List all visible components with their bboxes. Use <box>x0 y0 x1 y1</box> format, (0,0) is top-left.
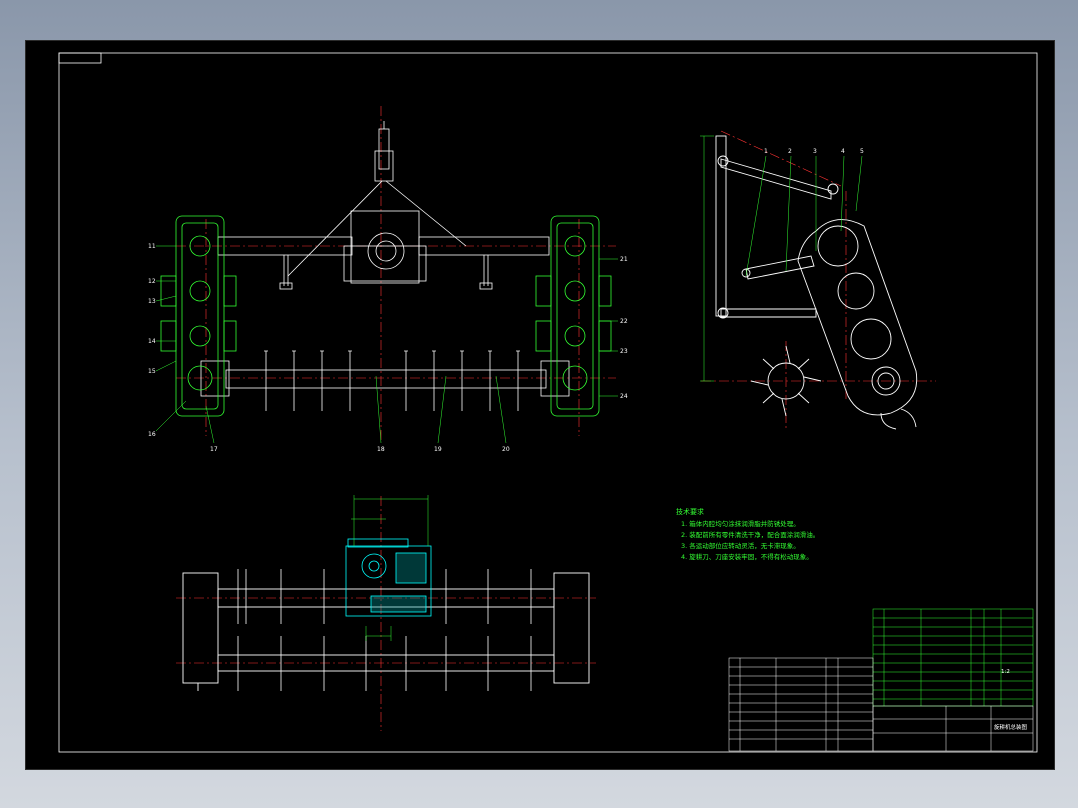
tech-req-item-2: 2. 装配前所有零件清洗干净，配合面涂润滑油。 <box>681 530 819 539</box>
gearbox-section <box>345 538 432 617</box>
tech-req-item-1: 1. 箱体内腔均匀涂抹润滑脂并防锈处理。 <box>681 519 800 528</box>
front-label-23: 23 <box>620 348 628 355</box>
front-label-14: 14 <box>148 338 156 345</box>
front-label-19: 19 <box>434 446 442 453</box>
cad-viewport[interactable]: 11 12 13 14 15 16 17 18 19 20 21 22 23 2… <box>25 40 1055 770</box>
front-label-21: 21 <box>620 256 628 263</box>
parts-list <box>728 608 1034 752</box>
tech-req-item-4: 4. 旋耕刀、刀座安装牢固，不得有松动现象。 <box>681 552 813 561</box>
front-label-13: 13 <box>148 298 156 305</box>
technical-requirements: 技术要求 1. 箱体内腔均匀涂抹润滑脂并防锈处理。 2. 装配前所有零件清洗干净… <box>676 507 819 561</box>
front-label-22: 22 <box>620 318 628 325</box>
tech-req-title: 技术要求 <box>676 507 704 516</box>
drawing-scale: 1:2 <box>1001 669 1010 675</box>
title-block: 旋耕机总装图 1:2 <box>994 669 1028 731</box>
top-view <box>176 495 596 731</box>
front-label-16: 16 <box>148 431 156 438</box>
front-label-24: 24 <box>620 393 628 400</box>
side-view: 1 2 3 4 5 <box>700 130 936 431</box>
front-label-20: 20 <box>502 446 510 453</box>
front-label-11: 11 <box>148 243 156 250</box>
front-view: 11 12 13 14 15 16 17 18 19 20 21 22 23 2… <box>148 106 628 453</box>
side-label-1: 1 <box>764 148 768 155</box>
front-label-15: 15 <box>148 368 156 375</box>
side-label-3: 3 <box>813 148 817 155</box>
rotor-blades-top <box>237 569 532 691</box>
side-label-2: 2 <box>788 148 792 155</box>
front-label-17: 17 <box>210 446 218 453</box>
rotor-blades-front <box>264 350 520 411</box>
drawing-name: 旋耕机总装图 <box>994 723 1028 731</box>
front-label-18: 18 <box>377 446 385 453</box>
tech-req-item-3: 3. 各运动部位应转动灵活，无卡滞现象。 <box>681 541 800 550</box>
front-label-12: 12 <box>148 278 156 285</box>
side-label-5: 5 <box>860 148 864 155</box>
side-label-4: 4 <box>841 148 845 155</box>
